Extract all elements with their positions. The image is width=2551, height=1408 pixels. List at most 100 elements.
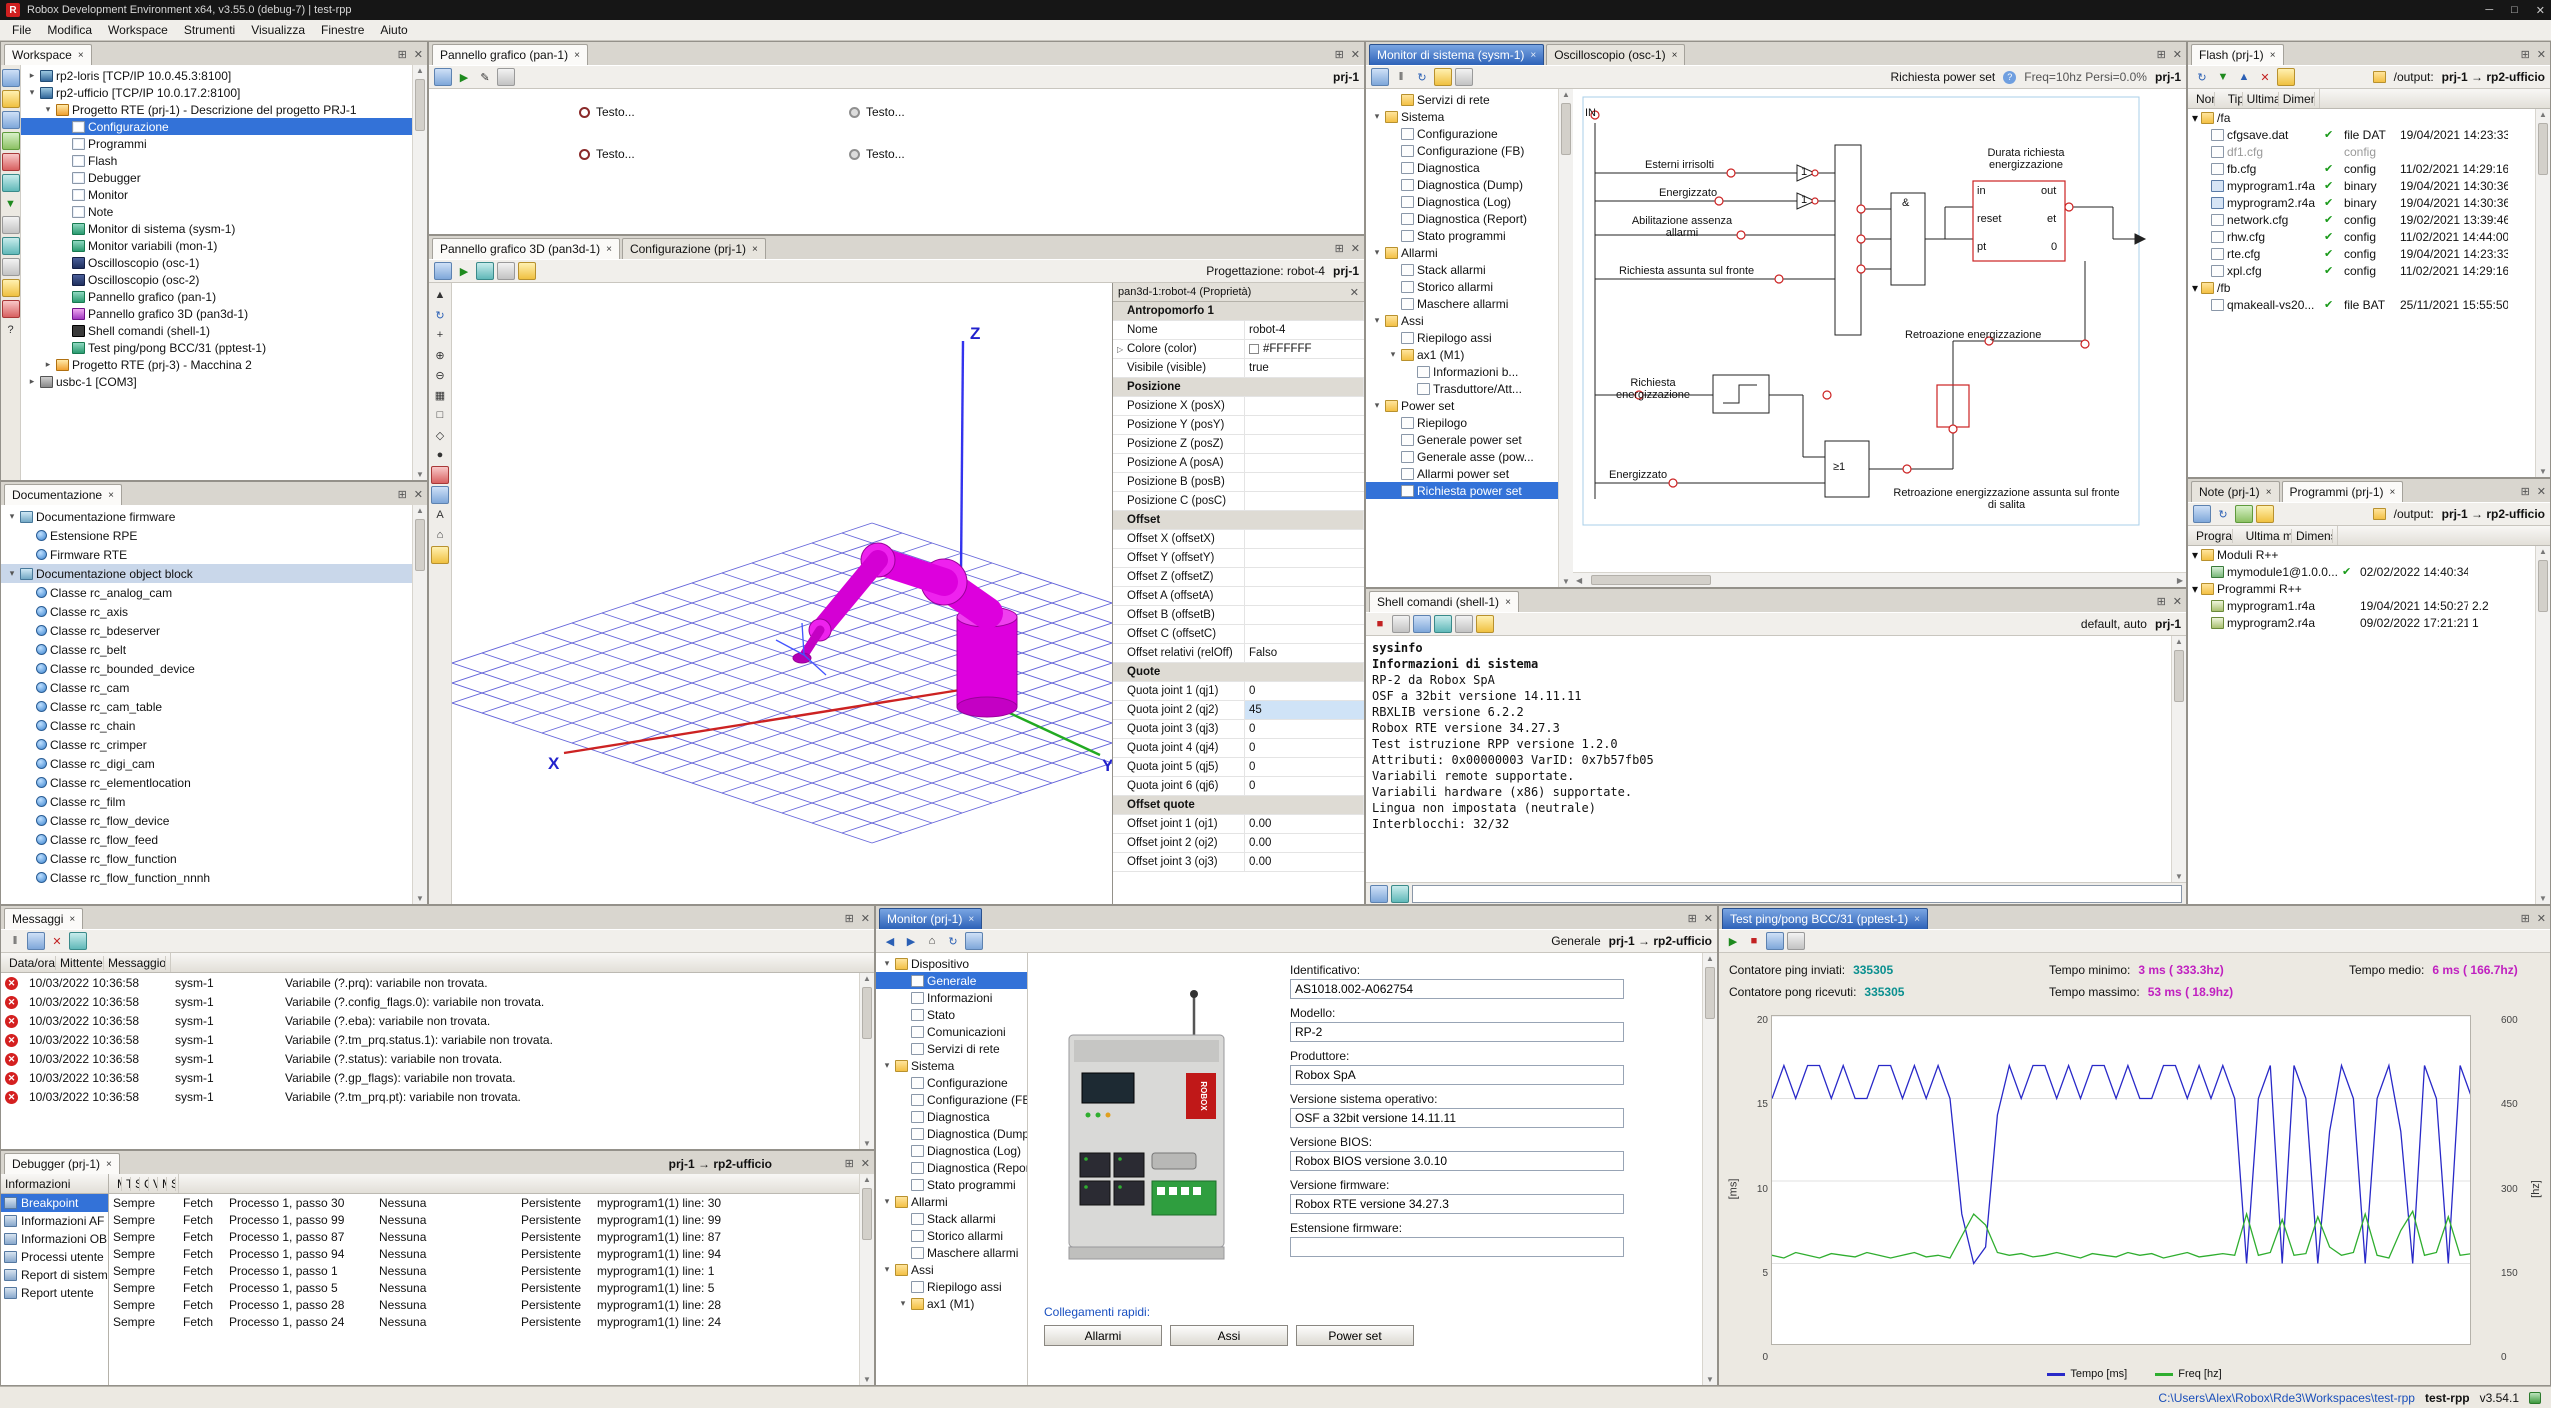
refresh-icon[interactable]: ↻ (2193, 68, 2211, 86)
tree-item[interactable]: ▾Assi (1366, 312, 1558, 329)
twisty-icon[interactable]: ▾ (882, 958, 892, 969)
tree-item[interactable]: ▾ax1 (M1) (1366, 346, 1558, 363)
shell-command-input[interactable] (1412, 885, 2182, 903)
column-header[interactable]: Tipo (122, 1177, 131, 1191)
panel-close-icon[interactable]: ✕ (861, 1157, 870, 1170)
tree-item[interactable]: ▸usbc-1 [COM3] (21, 373, 412, 390)
scrollbar[interactable]: ▲▼ (2171, 636, 2186, 882)
disconnect-icon[interactable] (2, 153, 20, 171)
new-icon[interactable] (2193, 505, 2211, 523)
table-row[interactable]: ▾/fa (2188, 109, 2535, 126)
tab-workspace[interactable]: Workspace× (4, 44, 92, 65)
tree-item[interactable]: ▾Power set (1366, 397, 1558, 414)
save-icon[interactable] (965, 932, 983, 950)
tree-item[interactable]: Generale power set (1366, 431, 1558, 448)
tab-close-icon[interactable]: × (78, 50, 84, 61)
tree-item[interactable]: Classe rc_cam (1, 678, 412, 697)
tree-item[interactable]: Diagnostica (Report) (1366, 210, 1558, 227)
table-row[interactable]: myprogram1.r4a 19/04/2021 14:50:27 2.2 (2188, 597, 2535, 614)
download-icon[interactable]: ▼ (2214, 68, 2232, 86)
pause-icon[interactable]: ‖ (6, 932, 24, 950)
table-row[interactable]: cfgsave.dat ✔ file DAT 19/04/2021 14:23:… (2188, 126, 2535, 143)
tree-item[interactable]: Classe rc_bounded_device (1, 659, 412, 678)
tab-flash[interactable]: Flash (prj-1)× (2191, 44, 2284, 65)
settings-icon[interactable] (1455, 68, 1473, 86)
download-icon[interactable]: ▼ (2, 195, 20, 213)
tree-item[interactable]: Pannello grafico 3D (pan3d-1) (21, 305, 412, 322)
field-value-input[interactable] (1290, 1151, 1624, 1171)
tree-item[interactable]: Oscilloscopio (osc-1) (21, 254, 412, 271)
property-row[interactable]: Posizione Z (posZ) (1113, 435, 1364, 454)
tree-item[interactable]: Servizi di rete (1366, 91, 1558, 108)
copy-icon[interactable] (1434, 615, 1452, 633)
tree-item[interactable]: ▸Progetto RTE (prj-3) - Macchina 2 (21, 356, 412, 373)
run-icon[interactable]: ▶ (1724, 932, 1742, 950)
command-history-icon[interactable] (1370, 885, 1388, 903)
tab-system-monitor[interactable]: Monitor di sistema (sysm-1)× (1369, 44, 1544, 65)
tree-item[interactable]: Configurazione (FB) (876, 1091, 1027, 1108)
property-row[interactable]: Offset joint 1 (oj1) 0.00 (1113, 815, 1364, 834)
tree-item[interactable]: Monitor di sistema (sysm-1) (21, 220, 412, 237)
tab-close-icon[interactable]: × (968, 914, 974, 925)
column-header[interactable]: Cond (140, 1177, 149, 1191)
property-row[interactable]: Quota joint 4 (qj4) 0 (1113, 739, 1364, 758)
tab-system-monitor[interactable]: Oscilloscopio (osc-1)× (1546, 44, 1685, 65)
column-header[interactable]: Ultima modifica (2242, 529, 2292, 543)
panel-text-item[interactable]: Testo... (849, 105, 905, 119)
tree-item[interactable]: Classe rc_flow_device (1, 811, 412, 830)
tree-item[interactable]: ▾rp2-ufficio [TCP/IP 10.0.17.2:8100] (21, 84, 412, 101)
property-row[interactable]: Posizione B (posB) (1113, 473, 1364, 492)
panel-close-icon[interactable]: ✕ (1351, 242, 1360, 255)
filter-icon[interactable] (1434, 68, 1452, 86)
table-row[interactable]: rhw.cfg ✔ config 11/02/2021 14:44:00 (2188, 228, 2535, 245)
save-icon[interactable] (1371, 68, 1389, 86)
panel-close-icon[interactable]: ✕ (2537, 485, 2546, 498)
property-row[interactable]: Posizione Y (posY) (1113, 416, 1364, 435)
stop-icon[interactable]: ■ (1745, 932, 1763, 950)
column-header[interactable]: Nome (2192, 92, 2215, 106)
tab-pan3d[interactable]: Pannello grafico 3D (pan3d-1)× (432, 238, 620, 259)
quick-link-button[interactable]: Allarmi (1044, 1325, 1162, 1346)
menu-item[interactable]: Workspace (100, 21, 176, 39)
tree-item[interactable]: Maschere allarmi (876, 1244, 1027, 1261)
table-row[interactable]: fb.cfg ✔ config 11/02/2021 14:29:16 (2188, 160, 2535, 177)
panel-float-icon[interactable]: ⊞ (845, 1157, 854, 1170)
menu-item[interactable]: File (4, 21, 39, 39)
tree-item[interactable]: Firmware RTE (1, 545, 412, 564)
sidebar-item[interactable]: Report di sistema (1, 1266, 108, 1284)
table-row[interactable]: myprogram2.r4a ✔ binary 19/04/2021 14:30… (2188, 194, 2535, 211)
breakpoint-row[interactable]: SempreFetchProcesso 1, passo 99 Nessuna … (109, 1211, 859, 1228)
table-row[interactable]: ▾/fb (2188, 279, 2535, 296)
tree-item[interactable]: Classe rc_axis (1, 602, 412, 621)
close-button[interactable]: ✕ (2536, 4, 2545, 17)
tree-item[interactable]: ▾Allarmi (876, 1193, 1027, 1210)
tree-item[interactable]: Classe rc_belt (1, 640, 412, 659)
tab-close-icon[interactable]: × (69, 914, 75, 925)
tree-item[interactable]: Stato programmi (876, 1176, 1027, 1193)
clear-icon[interactable]: ✕ (48, 932, 66, 950)
breakpoint-row[interactable]: SempreFetchProcesso 1, passo 1 Nessuna P… (109, 1262, 859, 1279)
tab-close-icon[interactable]: × (1672, 50, 1678, 61)
tree-item[interactable]: ▾Dispositivo (876, 955, 1027, 972)
tree-item[interactable]: ▾ax1 (M1) (876, 1295, 1027, 1312)
scrollbar[interactable]: ▲▼ (412, 65, 427, 480)
tab-programs[interactable]: Programmi (prj-1)× (2282, 481, 2404, 502)
sidebar-item[interactable]: Report utente (1, 1284, 108, 1302)
property-row[interactable]: Quota joint 3 (qj3) 0 (1113, 720, 1364, 739)
tree-item[interactable]: ▾Documentazione firmware (1, 507, 412, 526)
panel-float-icon[interactable]: ⊞ (2521, 48, 2530, 61)
properties-close-icon[interactable]: ✕ (1350, 286, 1359, 299)
tree-item[interactable]: Classe rc_bdeserver (1, 621, 412, 640)
tree-item[interactable]: Note (21, 203, 412, 220)
maximize-button[interactable]: □ (2511, 4, 2518, 17)
scrollbar[interactable]: ▲▼ (859, 973, 874, 1149)
edit-icon[interactable]: ✎ (476, 68, 494, 86)
tree-item[interactable]: Configurazione (876, 1074, 1027, 1091)
search-icon[interactable] (69, 932, 87, 950)
delete-icon[interactable]: ✕ (2256, 68, 2274, 86)
tab-close-icon[interactable]: × (606, 244, 612, 255)
field-value-input[interactable] (1290, 1108, 1624, 1128)
message-row[interactable]: 10/03/2022 10:36:58 sysm-1 Variabile (?.… (1, 992, 859, 1011)
zoom-in-icon[interactable]: ⊕ (431, 346, 449, 364)
shell-icon[interactable] (2, 258, 20, 276)
